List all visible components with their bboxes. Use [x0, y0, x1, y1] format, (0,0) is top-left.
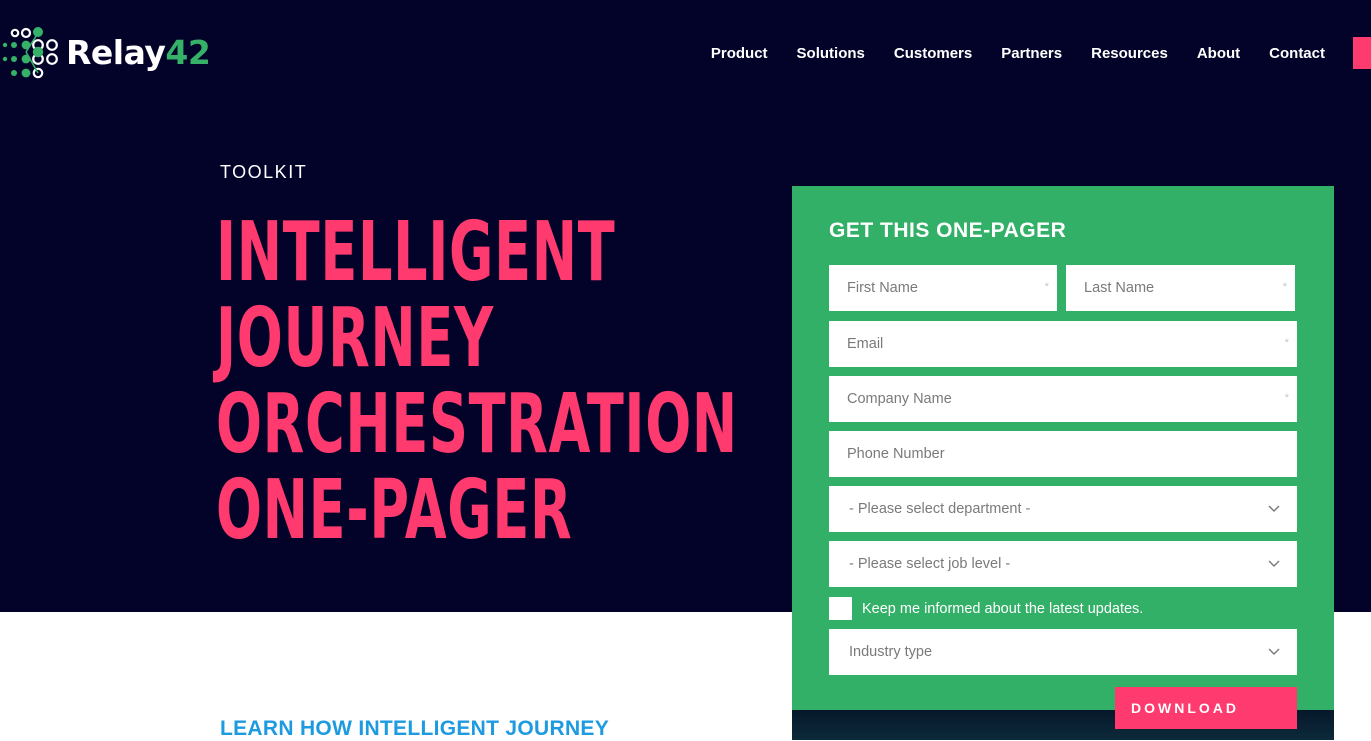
- relay42-dots-icon: [2, 27, 58, 79]
- phone-number-field[interactable]: Phone Number: [829, 431, 1297, 477]
- title-line: ORCHESTRATION: [216, 377, 738, 472]
- nav-item-customers[interactable]: Customers: [894, 44, 972, 64]
- nav-item-product[interactable]: Product: [711, 44, 768, 64]
- required-mark: *: [1282, 281, 1287, 293]
- title-line: INTELLIGENT: [216, 205, 616, 300]
- main-nav: Product Solutions Customers Partners Res…: [682, 44, 1325, 64]
- first-name-field[interactable]: First Name *: [829, 265, 1057, 311]
- chevron-down-icon: [1268, 560, 1280, 567]
- updates-checkbox[interactable]: [829, 597, 852, 620]
- download-form: GET THIS ONE-PAGER First Name * Last Nam…: [792, 186, 1334, 729]
- required-mark: *: [1044, 281, 1049, 293]
- last-name-field[interactable]: Last Name *: [1066, 265, 1295, 311]
- page-title: INTELLIGENT JOURNEY ORCHESTRATION ONE-PA…: [216, 210, 738, 554]
- eyebrow-label: TOOLKIT: [220, 162, 308, 182]
- phone-number-placeholder: Phone Number: [847, 446, 945, 462]
- section-subheading: LEARN HOW INTELLIGENT JOURNEY: [220, 717, 610, 740]
- download-button[interactable]: DOWNLOAD: [1115, 687, 1297, 729]
- logo-text-primary: Relay: [66, 32, 166, 72]
- nav-item-partners[interactable]: Partners: [1001, 44, 1062, 64]
- chevron-down-icon: [1268, 648, 1280, 655]
- chevron-down-icon: [1268, 505, 1280, 512]
- department-selected: - Please select department -: [849, 501, 1031, 517]
- title-line: ONE-PAGER: [216, 463, 573, 558]
- title-line: JOURNEY: [216, 291, 494, 386]
- logo[interactable]: Relay42: [2, 24, 211, 80]
- nav-item-about[interactable]: About: [1197, 44, 1240, 64]
- industry-type-selected: Industry type: [849, 644, 933, 660]
- updates-checkbox-row: Keep me informed about the latest update…: [829, 597, 1143, 620]
- nav-item-contact[interactable]: Contact: [1269, 44, 1325, 64]
- required-mark: *: [1284, 392, 1289, 404]
- logo-wordmark: Relay42: [66, 32, 211, 72]
- nav-cta-button[interactable]: [1353, 37, 1371, 69]
- department-select[interactable]: - Please select department -: [829, 486, 1297, 532]
- company-name-field[interactable]: Company Name *: [829, 376, 1297, 422]
- required-mark: *: [1284, 337, 1289, 349]
- nav-item-solutions[interactable]: Solutions: [797, 44, 865, 64]
- job-level-selected: - Please select job level -: [849, 556, 1011, 572]
- industry-type-select[interactable]: Industry type: [829, 629, 1297, 675]
- nav-item-resources[interactable]: Resources: [1091, 44, 1168, 64]
- last-name-placeholder: Last Name: [1084, 280, 1155, 296]
- updates-checkbox-label[interactable]: Keep me informed about the latest update…: [862, 601, 1143, 617]
- first-name-placeholder: First Name: [847, 280, 918, 296]
- logo-text-accent: 42: [165, 32, 211, 72]
- email-field[interactable]: Email *: [829, 321, 1297, 367]
- job-level-select[interactable]: - Please select job level -: [829, 541, 1297, 587]
- company-name-placeholder: Company Name: [847, 391, 952, 407]
- email-placeholder: Email: [847, 336, 884, 352]
- form-title: GET THIS ONE-PAGER: [829, 219, 1067, 242]
